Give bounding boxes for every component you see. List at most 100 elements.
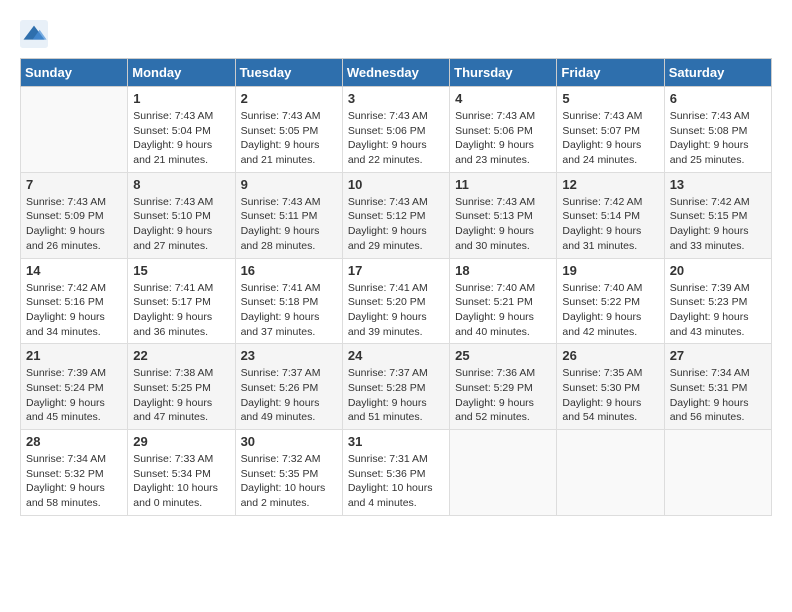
- calendar-cell: 13 Sunrise: 7:42 AM Sunset: 5:15 PM Dayli…: [664, 172, 771, 258]
- calendar-cell: 14 Sunrise: 7:42 AM Sunset: 5:16 PM Dayli…: [21, 258, 128, 344]
- day-info: Sunrise: 7:37 AM Sunset: 5:28 PM Dayligh…: [348, 366, 444, 425]
- day-number: 16: [241, 263, 337, 278]
- calendar-cell: [21, 87, 128, 173]
- calendar-table: SundayMondayTuesdayWednesdayThursdayFrid…: [20, 58, 772, 516]
- calendar-cell: 12 Sunrise: 7:42 AM Sunset: 5:14 PM Dayli…: [557, 172, 664, 258]
- day-info: Sunrise: 7:43 AM Sunset: 5:12 PM Dayligh…: [348, 195, 444, 254]
- day-info: Sunrise: 7:33 AM Sunset: 5:34 PM Dayligh…: [133, 452, 229, 511]
- day-number: 28: [26, 434, 122, 449]
- calendar-day-header: Saturday: [664, 59, 771, 87]
- day-info: Sunrise: 7:43 AM Sunset: 5:06 PM Dayligh…: [348, 109, 444, 168]
- day-info: Sunrise: 7:43 AM Sunset: 5:08 PM Dayligh…: [670, 109, 766, 168]
- day-info: Sunrise: 7:43 AM Sunset: 5:13 PM Dayligh…: [455, 195, 551, 254]
- calendar-week-row: 7 Sunrise: 7:43 AM Sunset: 5:09 PM Daylig…: [21, 172, 772, 258]
- day-number: 11: [455, 177, 551, 192]
- day-number: 29: [133, 434, 229, 449]
- day-info: Sunrise: 7:43 AM Sunset: 5:11 PM Dayligh…: [241, 195, 337, 254]
- day-info: Sunrise: 7:42 AM Sunset: 5:14 PM Dayligh…: [562, 195, 658, 254]
- calendar-cell: 7 Sunrise: 7:43 AM Sunset: 5:09 PM Daylig…: [21, 172, 128, 258]
- day-number: 4: [455, 91, 551, 106]
- calendar-cell: 5 Sunrise: 7:43 AM Sunset: 5:07 PM Daylig…: [557, 87, 664, 173]
- day-number: 17: [348, 263, 444, 278]
- calendar-cell: [557, 430, 664, 516]
- day-info: Sunrise: 7:41 AM Sunset: 5:20 PM Dayligh…: [348, 281, 444, 340]
- day-info: Sunrise: 7:43 AM Sunset: 5:05 PM Dayligh…: [241, 109, 337, 168]
- calendar-cell: 17 Sunrise: 7:41 AM Sunset: 5:20 PM Dayli…: [342, 258, 449, 344]
- logo: [20, 20, 52, 48]
- day-info: Sunrise: 7:35 AM Sunset: 5:30 PM Dayligh…: [562, 366, 658, 425]
- day-number: 13: [670, 177, 766, 192]
- calendar-week-row: 28Sunrise: 7:34 AM Sunset: 5:32 PM Dayli…: [21, 430, 772, 516]
- page-header: [20, 20, 772, 48]
- calendar-cell: 21Sunrise: 7:39 AM Sunset: 5:24 PM Dayli…: [21, 344, 128, 430]
- day-number: 3: [348, 91, 444, 106]
- day-info: Sunrise: 7:42 AM Sunset: 5:15 PM Dayligh…: [670, 195, 766, 254]
- calendar-cell: 10 Sunrise: 7:43 AM Sunset: 5:12 PM Dayli…: [342, 172, 449, 258]
- calendar-day-header: Thursday: [450, 59, 557, 87]
- day-info: Sunrise: 7:37 AM Sunset: 5:26 PM Dayligh…: [241, 366, 337, 425]
- calendar-cell: 20Sunrise: 7:39 AM Sunset: 5:23 PM Dayli…: [664, 258, 771, 344]
- day-info: Sunrise: 7:42 AM Sunset: 5:16 PM Dayligh…: [26, 281, 122, 340]
- calendar-cell: 3 Sunrise: 7:43 AM Sunset: 5:06 PM Daylig…: [342, 87, 449, 173]
- day-info: Sunrise: 7:32 AM Sunset: 5:35 PM Dayligh…: [241, 452, 337, 511]
- calendar-cell: [450, 430, 557, 516]
- day-info: Sunrise: 7:41 AM Sunset: 5:17 PM Dayligh…: [133, 281, 229, 340]
- day-info: Sunrise: 7:38 AM Sunset: 5:25 PM Dayligh…: [133, 366, 229, 425]
- day-info: Sunrise: 7:36 AM Sunset: 5:29 PM Dayligh…: [455, 366, 551, 425]
- calendar-day-header: Sunday: [21, 59, 128, 87]
- calendar-cell: 28Sunrise: 7:34 AM Sunset: 5:32 PM Dayli…: [21, 430, 128, 516]
- calendar-cell: 22 Sunrise: 7:38 AM Sunset: 5:25 PM Dayli…: [128, 344, 235, 430]
- calendar-cell: 6 Sunrise: 7:43 AM Sunset: 5:08 PM Daylig…: [664, 87, 771, 173]
- day-number: 18: [455, 263, 551, 278]
- day-number: 30: [241, 434, 337, 449]
- day-number: 22: [133, 348, 229, 363]
- calendar-cell: 31 Sunrise: 7:31 AM Sunset: 5:36 PM Dayli…: [342, 430, 449, 516]
- day-number: 24: [348, 348, 444, 363]
- day-info: Sunrise: 7:39 AM Sunset: 5:24 PM Dayligh…: [26, 366, 122, 425]
- day-number: 2: [241, 91, 337, 106]
- calendar-header-row: SundayMondayTuesdayWednesdayThursdayFrid…: [21, 59, 772, 87]
- calendar-cell: 19 Sunrise: 7:40 AM Sunset: 5:22 PM Dayli…: [557, 258, 664, 344]
- calendar-day-header: Monday: [128, 59, 235, 87]
- day-number: 14: [26, 263, 122, 278]
- calendar-cell: [664, 430, 771, 516]
- calendar-day-header: Wednesday: [342, 59, 449, 87]
- day-number: 15: [133, 263, 229, 278]
- calendar-day-header: Friday: [557, 59, 664, 87]
- day-number: 6: [670, 91, 766, 106]
- day-info: Sunrise: 7:43 AM Sunset: 5:07 PM Dayligh…: [562, 109, 658, 168]
- day-info: Sunrise: 7:31 AM Sunset: 5:36 PM Dayligh…: [348, 452, 444, 511]
- calendar-cell: 8Sunrise: 7:43 AM Sunset: 5:10 PM Daylig…: [128, 172, 235, 258]
- calendar-cell: 23 Sunrise: 7:37 AM Sunset: 5:26 PM Dayli…: [235, 344, 342, 430]
- day-number: 31: [348, 434, 444, 449]
- calendar-week-row: 21Sunrise: 7:39 AM Sunset: 5:24 PM Dayli…: [21, 344, 772, 430]
- day-number: 1: [133, 91, 229, 106]
- logo-icon: [20, 20, 48, 48]
- day-info: Sunrise: 7:40 AM Sunset: 5:22 PM Dayligh…: [562, 281, 658, 340]
- day-number: 10: [348, 177, 444, 192]
- day-number: 12: [562, 177, 658, 192]
- day-info: Sunrise: 7:43 AM Sunset: 5:09 PM Dayligh…: [26, 195, 122, 254]
- day-info: Sunrise: 7:43 AM Sunset: 5:04 PM Dayligh…: [133, 109, 229, 168]
- calendar-cell: 26 Sunrise: 7:35 AM Sunset: 5:30 PM Dayli…: [557, 344, 664, 430]
- calendar-cell: 24 Sunrise: 7:37 AM Sunset: 5:28 PM Dayli…: [342, 344, 449, 430]
- day-info: Sunrise: 7:43 AM Sunset: 5:10 PM Dayligh…: [133, 195, 229, 254]
- day-number: 23: [241, 348, 337, 363]
- day-info: Sunrise: 7:34 AM Sunset: 5:31 PM Dayligh…: [670, 366, 766, 425]
- day-number: 26: [562, 348, 658, 363]
- calendar-cell: 4 Sunrise: 7:43 AM Sunset: 5:06 PM Daylig…: [450, 87, 557, 173]
- calendar-cell: 27 Sunrise: 7:34 AM Sunset: 5:31 PM Dayli…: [664, 344, 771, 430]
- calendar-cell: 30 Sunrise: 7:32 AM Sunset: 5:35 PM Dayli…: [235, 430, 342, 516]
- day-number: 19: [562, 263, 658, 278]
- day-number: 7: [26, 177, 122, 192]
- day-info: Sunrise: 7:40 AM Sunset: 5:21 PM Dayligh…: [455, 281, 551, 340]
- calendar-week-row: 1 Sunrise: 7:43 AM Sunset: 5:04 PM Daylig…: [21, 87, 772, 173]
- calendar-cell: 16Sunrise: 7:41 AM Sunset: 5:18 PM Dayli…: [235, 258, 342, 344]
- day-number: 5: [562, 91, 658, 106]
- calendar-cell: 2 Sunrise: 7:43 AM Sunset: 5:05 PM Daylig…: [235, 87, 342, 173]
- day-info: Sunrise: 7:39 AM Sunset: 5:23 PM Dayligh…: [670, 281, 766, 340]
- day-number: 9: [241, 177, 337, 192]
- day-info: Sunrise: 7:43 AM Sunset: 5:06 PM Dayligh…: [455, 109, 551, 168]
- calendar-day-header: Tuesday: [235, 59, 342, 87]
- day-number: 27: [670, 348, 766, 363]
